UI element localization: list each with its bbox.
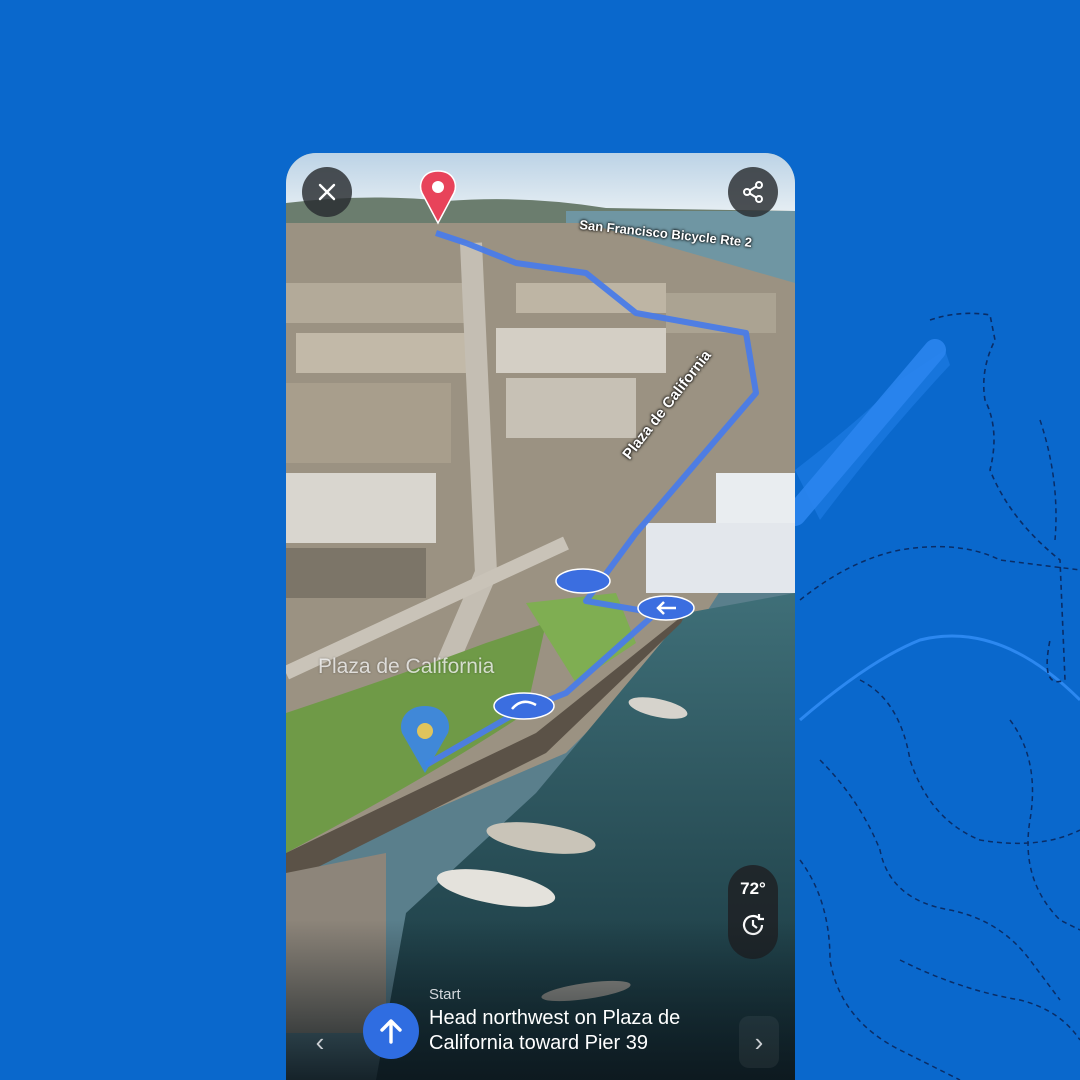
- share-icon: [743, 181, 763, 203]
- close-button[interactable]: [302, 167, 352, 217]
- arrow-up-icon: [380, 1019, 402, 1044]
- chevron-left-icon[interactable]: ‹: [300, 1016, 340, 1068]
- close-icon: [318, 183, 336, 201]
- direction-button[interactable]: [363, 1003, 419, 1059]
- temperature: 72°: [740, 879, 766, 898]
- step-label: Start: [429, 986, 461, 1003]
- phone-screen: San Francisco Bicycle Rte 2 Plaza de Cal…: [286, 153, 795, 1080]
- place-label: Plaza de California: [318, 655, 495, 678]
- step-instruction: Head northwest on Plaza de California to…: [429, 1007, 681, 1054]
- chevron-right-icon[interactable]: ›: [739, 1016, 779, 1068]
- share-button[interactable]: [728, 167, 778, 217]
- navigation-step-panel[interactable]: ‹ Start Head northwest on Plaza de Calif…: [286, 980, 795, 1080]
